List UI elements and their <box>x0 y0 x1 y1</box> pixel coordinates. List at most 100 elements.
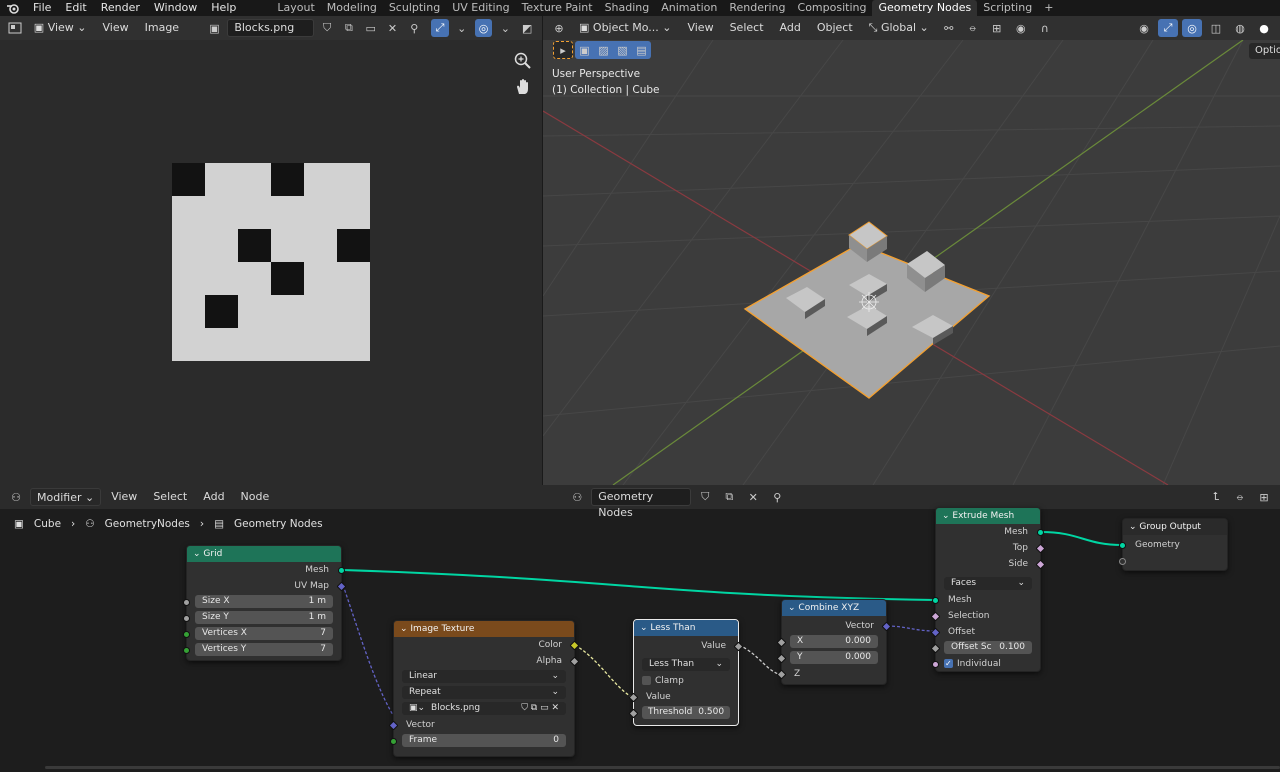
image-select-field[interactable]: ▣⌄ Blocks.png ⛉ ⧉ ▭ ✕ <box>402 702 566 715</box>
workspace-tab-uv-editing[interactable]: UV Editing <box>446 0 515 16</box>
combine-xyz-node-header[interactable]: ⌄ Combine XYZ <box>782 600 886 616</box>
extrude-mesh-node[interactable]: ⌄ Extrude Mesh Mesh Top Side Faces ⌄ Mesh… <box>930 507 1046 672</box>
horizontal-scrollbar[interactable] <box>45 766 1280 769</box>
size-y-socket[interactable] <box>183 614 190 622</box>
image-browse-icon[interactable]: ▣⌄ <box>409 702 425 715</box>
add-workspace-plus-icon[interactable]: + <box>1038 0 1059 16</box>
extrude-mesh-node-header[interactable]: ⌄ Extrude Mesh <box>936 508 1040 524</box>
clamp-checkbox[interactable] <box>642 676 651 685</box>
image-name-field[interactable]: Blocks.png <box>227 19 315 37</box>
vertices-y-socket[interactable] <box>183 646 190 654</box>
editor-type-image-icon[interactable] <box>6 19 24 37</box>
image-browse-icon[interactable]: ▣ <box>206 19 224 37</box>
image-texture-node[interactable]: ⌄ Image Texture Color Alpha Linear ⌄ Repe… <box>388 620 580 757</box>
workspace-tab-scripting[interactable]: Scripting <box>977 0 1038 16</box>
extrude-mesh-input-socket[interactable] <box>932 596 939 604</box>
3d-viewport[interactable]: ⊕ ▣ Object Mo... ⌄ View Select Add Objec… <box>543 16 1280 485</box>
snap-target-icon[interactable]: ⊞ <box>987 19 1007 37</box>
viewport-menu-select[interactable]: Select <box>724 19 770 37</box>
open-image-folder-icon[interactable]: ▭ <box>362 19 380 37</box>
less-than-node[interactable]: ⌄ Less Than Value Less Than ⌄ Clamp Value… <box>628 619 744 726</box>
workspace-tab-geometry-nodes[interactable]: Geometry Nodes <box>872 0 978 16</box>
viewport-menu-view[interactable]: View <box>681 19 719 37</box>
fake-user-shield-icon[interactable]: ⛉ <box>318 19 336 37</box>
viewport-overlay-toggle-icon[interactable]: ◎ <box>1182 19 1202 37</box>
size-y-field[interactable]: Size Y 1 m <box>195 611 333 624</box>
image-menu-image[interactable]: Image <box>139 19 185 37</box>
menu-edit[interactable]: Edit <box>58 0 93 16</box>
gizmo-dropdown-icon[interactable]: ⌄ <box>453 19 471 37</box>
individual-checkbox[interactable] <box>944 656 953 672</box>
gizmo-toggle-icon[interactable]: ⤢ <box>431 19 449 37</box>
workspace-tab-texture-paint[interactable]: Texture Paint <box>516 0 599 16</box>
select-new-icon[interactable]: ▣ <box>579 44 589 57</box>
select-subtract-icon[interactable]: ▧ <box>617 44 627 57</box>
workspace-tab-layout[interactable]: Layout <box>271 0 320 16</box>
snap-magnet-icon[interactable]: ⦵ <box>963 19 983 37</box>
empty-input-socket[interactable] <box>1119 557 1126 565</box>
grid-node[interactable]: ⌄ Grid Mesh UV Map Size X 1 m Size Y 1 m V… <box>183 545 347 661</box>
threshold-field[interactable]: Threshold 0.500 <box>642 706 730 719</box>
less-than-node-header[interactable]: ⌄ Less Than <box>634 620 738 636</box>
select-box-tool-icon[interactable]: ▸ <box>553 41 573 59</box>
solid-shading-icon[interactable]: ● <box>1254 19 1274 37</box>
viewport-menu-add[interactable]: Add <box>774 19 807 37</box>
options-button[interactable]: Optio <box>1249 43 1280 59</box>
geometry-input-socket[interactable] <box>1119 541 1126 549</box>
workspace-tab-animation[interactable]: Animation <box>655 0 723 16</box>
object-mode-dropdown[interactable]: ▣ Object Mo... ⌄ <box>573 19 677 37</box>
operation-dropdown[interactable]: Less Than ⌄ <box>642 658 730 671</box>
unlink-image-close-icon[interactable]: ✕ <box>384 19 402 37</box>
workspace-tab-shading[interactable]: Shading <box>599 0 656 16</box>
overlay-toggle-icon[interactable]: ◎ <box>474 19 493 37</box>
size-x-socket[interactable] <box>183 598 190 606</box>
image-menu-view[interactable]: View <box>97 19 135 37</box>
extrude-mode-dropdown[interactable]: Faces ⌄ <box>944 577 1032 590</box>
visibility-eye-icon[interactable]: ◉ <box>1134 19 1154 37</box>
workspace-tab-sculpting[interactable]: Sculpting <box>383 0 446 16</box>
pan-hand-icon[interactable] <box>512 76 534 98</box>
pin-icon[interactable]: ⚲ <box>405 19 423 37</box>
viewport-gizmo-toggle-icon[interactable]: ⤢ <box>1158 19 1178 37</box>
wireframe-shading-icon[interactable]: ◍ <box>1230 19 1250 37</box>
editor-type-3d-icon[interactable]: ⊕ <box>549 19 569 37</box>
zoom-in-icon[interactable] <box>512 50 534 72</box>
group-output-node[interactable]: ⌄ Group Output Geometry <box>1119 518 1228 571</box>
size-x-field[interactable]: Size X 1 m <box>195 595 333 608</box>
group-output-node-header[interactable]: ⌄ Group Output <box>1123 519 1227 535</box>
x-field[interactable]: X 0.000 <box>790 635 878 648</box>
select-invert-icon[interactable]: ▤ <box>636 44 646 57</box>
combine-xyz-node[interactable]: ⌄ Combine XYZ Vector X 0.000 Y 0.000 Z <box>776 599 892 685</box>
menu-help[interactable]: Help <box>204 0 243 16</box>
display-channels-icon[interactable]: ◩ <box>518 19 536 37</box>
menu-window[interactable]: Window <box>147 0 204 16</box>
extension-dropdown[interactable]: Repeat ⌄ <box>402 686 566 699</box>
vertices-x-socket[interactable] <box>183 630 190 638</box>
pivot-link-icon[interactable]: ⚯ <box>939 19 959 37</box>
grid-node-header[interactable]: ⌄ Grid <box>187 546 341 562</box>
overlay-dropdown-icon[interactable]: ⌄ <box>496 19 514 37</box>
y-field[interactable]: Y 0.000 <box>790 651 878 664</box>
view-mode-dropdown[interactable]: ▣ View ⌄ <box>28 19 93 37</box>
frame-input-socket[interactable] <box>390 737 397 745</box>
xray-toggle-icon[interactable]: ◫ <box>1206 19 1226 37</box>
mesh-output-socket[interactable] <box>338 566 345 574</box>
vertices-x-field[interactable]: Vertices X 7 <box>195 627 333 640</box>
menu-render[interactable]: Render <box>94 0 147 16</box>
proportional-edit-icon[interactable]: ◉ <box>1011 19 1031 37</box>
interpolation-dropdown[interactable]: Linear ⌄ <box>402 670 566 683</box>
duplicate-image-icon[interactable]: ⧉ <box>340 19 358 37</box>
individual-input-socket[interactable] <box>932 660 939 668</box>
frame-field[interactable]: Frame 0 <box>402 734 566 747</box>
falloff-curve-icon[interactable]: ∩ <box>1035 19 1055 37</box>
workspace-tab-modeling[interactable]: Modeling <box>321 0 383 16</box>
blender-logo-icon[interactable] <box>0 2 26 14</box>
select-extend-icon[interactable]: ▨ <box>598 44 608 57</box>
image-texture-node-header[interactable]: ⌄ Image Texture <box>394 621 574 637</box>
workspace-tab-compositing[interactable]: Compositing <box>792 0 873 16</box>
image-actions-icons[interactable]: ⛉ ⧉ ▭ ✕ <box>521 702 559 715</box>
offset-scale-field[interactable]: Offset Sc 0.100 <box>944 641 1032 654</box>
viewport-menu-object[interactable]: Object <box>811 19 859 37</box>
geometry-node-editor[interactable]: ⚇ Modifier ⌄ View Select Add Node ⚇ Geom… <box>0 485 1280 772</box>
extrude-mesh-output-socket[interactable] <box>1037 528 1044 536</box>
